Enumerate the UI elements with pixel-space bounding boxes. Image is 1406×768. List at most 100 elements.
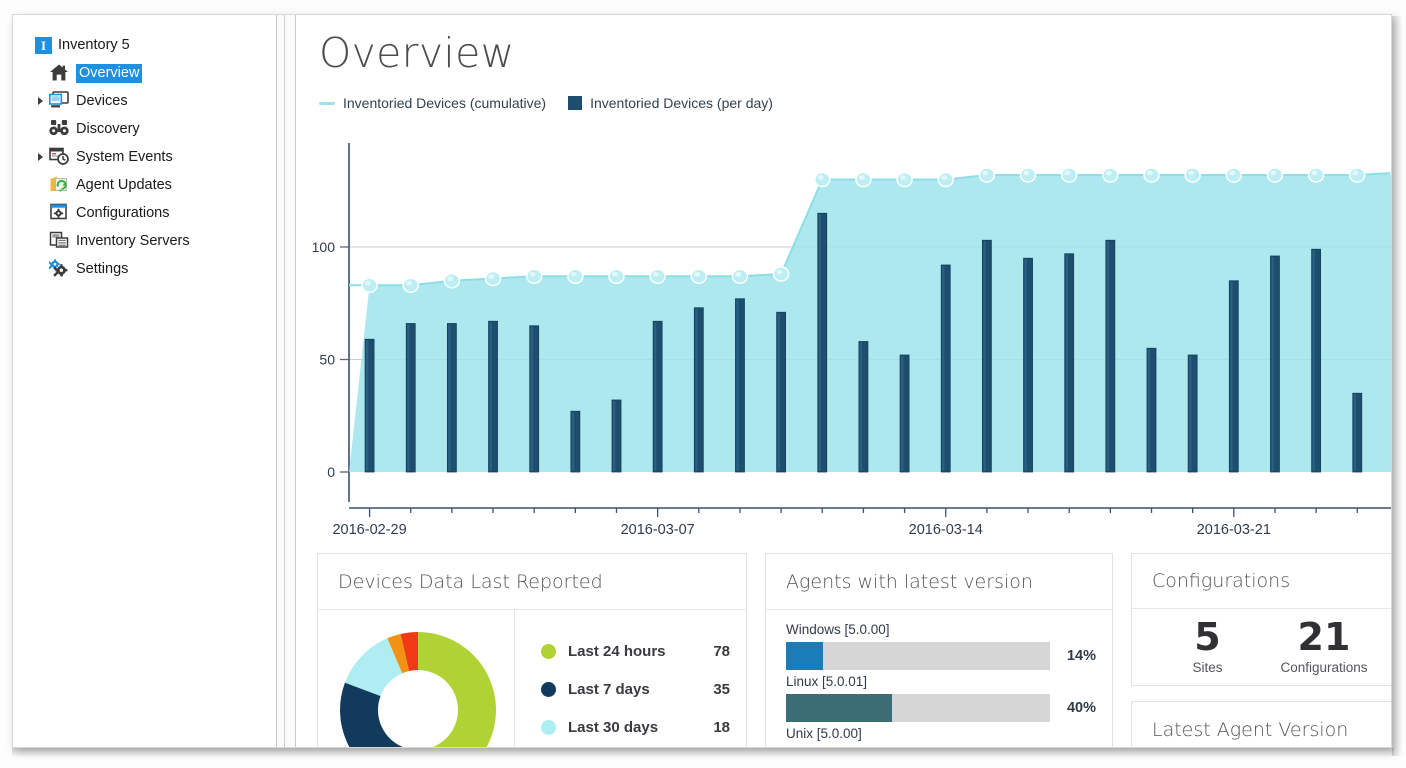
- main-content: Overview Inventoried Devices (cumulative…: [297, 15, 1391, 747]
- application-window: I Inventory 5 Overview Devices Discovery…: [12, 14, 1392, 748]
- sidebar-item-label: Agent Updates: [76, 177, 172, 193]
- card-title: Latest Agent Version: [1152, 719, 1349, 741]
- progress-track: [786, 694, 1050, 722]
- inventory-server-icon: [49, 231, 71, 251]
- agent-progress: 40%: [786, 694, 1096, 722]
- sidebar: I Inventory 5 Overview Devices Discovery…: [13, 15, 275, 747]
- sidebar-item-configurations[interactable]: Configurations: [13, 199, 275, 227]
- sidebar-item-devices[interactable]: Devices: [13, 87, 275, 115]
- svg-text:50: 50: [319, 352, 335, 368]
- expander-placeholder: [33, 65, 49, 81]
- stat-label: Sites: [1192, 659, 1223, 675]
- svg-text:2016-03-14: 2016-03-14: [909, 522, 983, 535]
- svg-text:100: 100: [312, 239, 336, 255]
- progress-fill: [786, 642, 823, 670]
- sidebar-item-label: Devices: [76, 93, 128, 109]
- gears-icon: [49, 259, 71, 279]
- donut-legend: Last 24 hours 78 Last 7 days 35 Last 30 …: [514, 610, 746, 747]
- sidebar-item-label: Discovery: [76, 121, 140, 137]
- legend-dot-icon: [541, 643, 556, 659]
- screen: I Inventory 5 Overview Devices Discovery…: [0, 0, 1406, 768]
- expander-placeholder: [33, 261, 49, 277]
- stat-configurations: 21 Configurations: [1280, 614, 1367, 675]
- sidebar-item-inventory-servers[interactable]: Inventory Servers: [13, 227, 275, 255]
- inventoried-devices-chart[interactable]: 0 50 100 2016-02-29 2016-03-07 2016-03-14 2016…: [297, 135, 1391, 535]
- window-shadow-bottom: [12, 748, 1394, 757]
- svg-text:2016-03-07: 2016-03-07: [621, 522, 695, 535]
- legend-item-per-day: Inventoried Devices (per day): [568, 95, 773, 111]
- expander-placeholder: [33, 177, 49, 193]
- stat-value: 5: [1194, 614, 1221, 659]
- donut-canvas: [340, 632, 497, 747]
- event-clock-icon: [49, 147, 71, 167]
- sidebar-item-system-events[interactable]: System Events: [13, 143, 275, 171]
- list-item[interactable]: Last 24 hours 78: [541, 632, 730, 670]
- sidebar-splitter[interactable]: [276, 15, 296, 747]
- sidebar-item-agent-updates[interactable]: Agent Updates: [13, 171, 275, 199]
- progress-track: [786, 642, 1050, 670]
- agent-progress: 14%: [786, 642, 1096, 670]
- sidebar-item-label: Settings: [76, 261, 129, 277]
- expander-placeholder: [19, 37, 35, 53]
- legend-label: Last 7 days: [568, 680, 650, 698]
- agent-row-linux: Linux [5.0.01] 40%: [786, 674, 1096, 722]
- agent-name: Windows [5.0.00]: [786, 622, 890, 637]
- legend-label: Inventoried Devices (cumulative): [343, 95, 547, 111]
- agent-percent: 40%: [1066, 700, 1096, 716]
- donut-chart[interactable]: [318, 610, 514, 747]
- list-item[interactable]: Last 7 days 35: [541, 670, 730, 708]
- stat-sites: 5 Sites: [1192, 614, 1223, 675]
- legend-label: Inventoried Devices (per day): [590, 95, 773, 111]
- legend-label: Last 24 hours: [568, 642, 666, 660]
- expander-placeholder: [33, 121, 49, 137]
- card-body: 5 Sites 21 Configurations: [1132, 609, 1391, 685]
- sidebar-item-overview[interactable]: Overview: [13, 59, 275, 87]
- sidebar-item-label: Configurations: [76, 205, 170, 221]
- legend-value: 78: [713, 642, 730, 660]
- list-item[interactable]: Last 30 days 18: [541, 708, 730, 746]
- card-title: Devices Data Last Reported: [318, 554, 746, 610]
- legend-dot-icon: [541, 719, 556, 735]
- legend-value: 18: [713, 718, 730, 736]
- agent-update-icon: [49, 175, 71, 195]
- card-devices-data-last-reported: Devices Data Last Reported Last 24 hours…: [317, 553, 747, 747]
- chart-legend: Inventoried Devices (cumulative) Invento…: [319, 95, 773, 111]
- legend-box-swatch: [568, 96, 583, 110]
- legend-line-swatch: [319, 101, 335, 105]
- card-agents-latest-version: Agents with latest version Windows [5.0.…: [765, 553, 1113, 747]
- card-configurations: Configurations 5 Sites 21 Configurations: [1131, 553, 1391, 686]
- chevron-right-icon[interactable]: [33, 149, 49, 165]
- sidebar-item-discovery[interactable]: Discovery: [13, 115, 275, 143]
- legend-value: 35: [713, 680, 730, 698]
- page-title: Overview: [319, 29, 515, 77]
- dashboard-cards: Devices Data Last Reported Last 24 hours…: [317, 553, 1391, 747]
- svg-text:2016-03-21: 2016-03-21: [1197, 522, 1271, 535]
- svg-text:2016-02-29: 2016-02-29: [332, 522, 406, 535]
- legend-label: Last 30 days: [568, 718, 659, 736]
- legend-item-cumulative: Inventoried Devices (cumulative): [319, 95, 546, 111]
- sidebar-item-settings[interactable]: Settings: [13, 255, 275, 283]
- agent-row-unix: Unix [5.0.00]: [786, 726, 1096, 741]
- card-title: Configurations: [1132, 554, 1391, 609]
- sidebar-root-label: Inventory 5: [58, 37, 130, 53]
- sidebar-item-inventory-root[interactable]: I Inventory 5: [13, 31, 275, 59]
- sidebar-item-label: Overview: [76, 63, 143, 83]
- chart-canvas: 0 50 100 2016-02-29 2016-03-07 2016-03-14 2016…: [312, 143, 1391, 535]
- monitor-icon: [49, 91, 71, 111]
- card-body: Windows [5.0.00] 14% Linux [5.0.01] 40% …: [766, 610, 1112, 747]
- binoculars-icon: [49, 119, 71, 139]
- stat-value: 21: [1297, 614, 1351, 659]
- chevron-right-icon[interactable]: [33, 93, 49, 109]
- legend-dot-icon: [541, 681, 556, 697]
- inventory-badge-icon: I: [35, 36, 52, 54]
- expander-placeholder: [33, 233, 49, 249]
- agent-name: Unix [5.0.00]: [786, 726, 862, 741]
- navigation-tree: I Inventory 5 Overview Devices Discovery…: [13, 15, 275, 283]
- home-icon: [49, 63, 71, 83]
- card-latest-agent-version: Latest Agent Version: [1131, 701, 1391, 747]
- configuration-icon: [49, 203, 71, 223]
- sidebar-item-label: System Events: [76, 149, 173, 165]
- agent-row-windows: Windows [5.0.00] 14%: [786, 622, 1096, 670]
- progress-fill: [786, 694, 892, 722]
- svg-text:0: 0: [327, 464, 335, 480]
